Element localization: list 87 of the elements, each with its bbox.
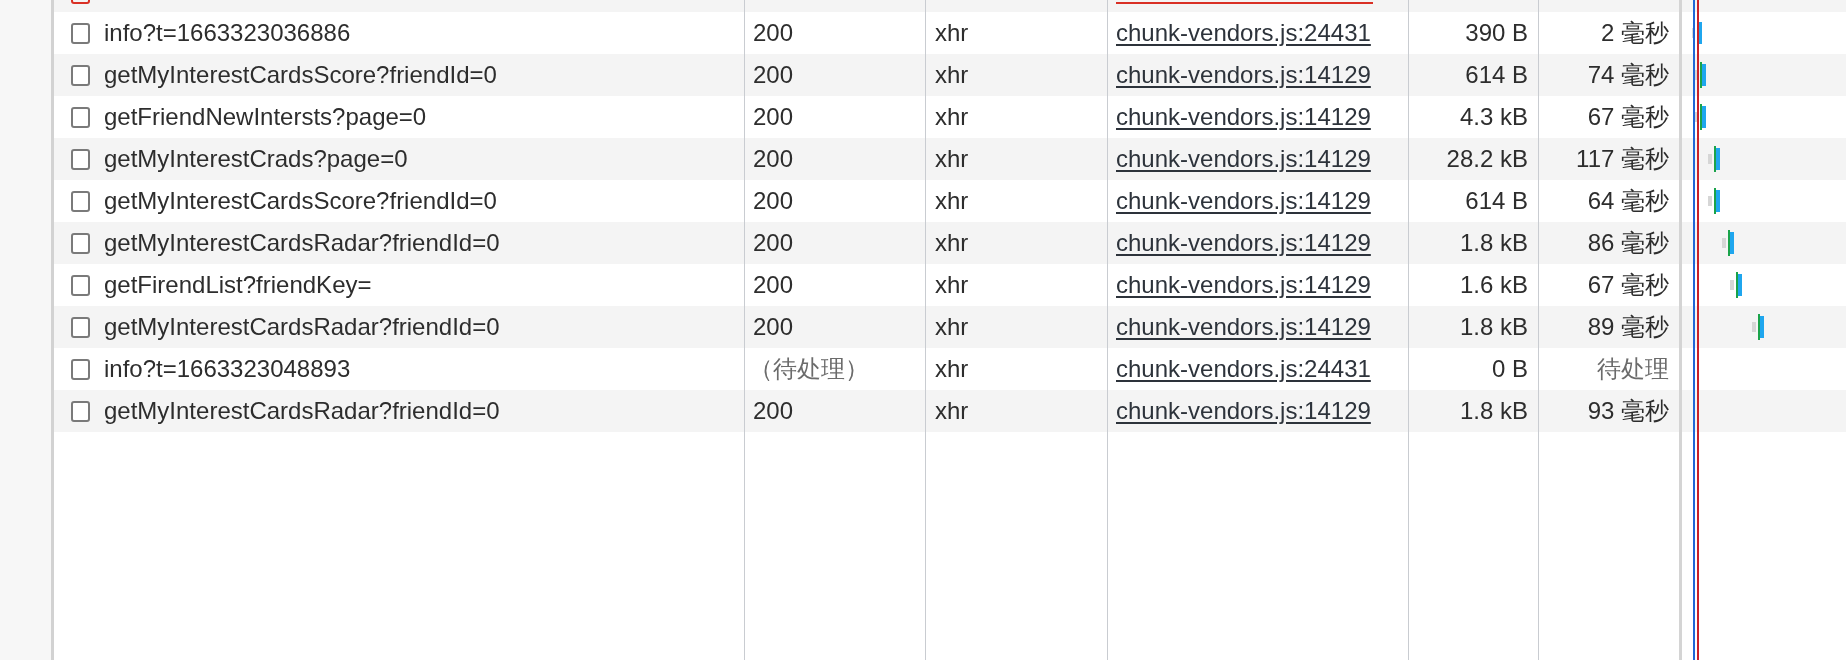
request-time: 93 毫秒 [1587, 397, 1669, 425]
status-code: 200 [753, 271, 794, 299]
download-bar [1760, 316, 1764, 338]
request-name: getMyInterestCrads?page=0 [104, 145, 408, 173]
transfer-size: 28.2 kB [1446, 145, 1528, 173]
resource-type: xhr [935, 187, 969, 215]
initiator-link[interactable]: chunk-vendors.js:14129 [1116, 187, 1371, 215]
queued-bar [1708, 196, 1712, 206]
status-code: 200 [753, 313, 794, 341]
initiator-link[interactable]: chunk-vendors.js:14129 [1116, 145, 1371, 173]
resource-type: xhr [935, 271, 969, 299]
status-code: 200 [753, 187, 794, 215]
checkbox[interactable] [71, 274, 90, 296]
initiator-link[interactable]: chunk-vendors.js:14129 [1116, 103, 1371, 131]
checkbox[interactable] [71, 400, 90, 422]
initiator-link[interactable]: chunk-vendors.js:24431 [1116, 355, 1371, 383]
request-row[interactable] [54, 0, 1846, 12]
request-row[interactable]: getMyInterestCardsRadar?friendId=0 200 xhr chunk-vendors.js:14129 1.8 kB 86 毫秒 [54, 222, 1846, 264]
request-time: 67 毫秒 [1587, 103, 1669, 131]
status-code: 200 [753, 397, 794, 425]
download-bar [1716, 148, 1720, 170]
request-time: 86 毫秒 [1587, 229, 1669, 257]
checkbox[interactable] [71, 190, 90, 212]
resource-type: xhr [935, 19, 969, 47]
request-time: 64 毫秒 [1587, 187, 1669, 215]
transfer-size: 4.3 kB [1459, 103, 1528, 131]
request-time: 74 毫秒 [1587, 61, 1669, 89]
resource-type: xhr [935, 61, 969, 89]
checkbox[interactable] [71, 22, 90, 44]
status-code: （待处理） [749, 355, 869, 383]
request-row[interactable]: getMyInterestCrads?page=0 200 xhr chunk-vendors.js:14129 28.2 kB 117 毫秒 [54, 138, 1846, 180]
request-row[interactable]: getMyInterestCardsScore?friendId=0 200 xhr chunk-vendors.js:14129 614 B 74 毫秒 [54, 54, 1846, 96]
transfer-size: 0 B [1491, 355, 1528, 383]
request-time: 117 毫秒 [1576, 145, 1669, 173]
resource-type: xhr [935, 355, 969, 383]
transfer-size: 1.8 kB [1459, 229, 1528, 257]
checkbox[interactable] [71, 316, 90, 338]
request-time: 2 毫秒 [1601, 19, 1669, 47]
queued-bar [1730, 280, 1734, 290]
transfer-size: 614 B [1465, 61, 1528, 89]
transfer-size: 390 B [1465, 19, 1528, 47]
status-code: 200 [753, 145, 794, 173]
checkbox[interactable] [71, 64, 90, 86]
download-bar [1730, 232, 1734, 254]
transfer-size: 1.6 kB [1459, 271, 1528, 299]
initiator-link[interactable]: chunk-vendors.js:14129 [1116, 313, 1371, 341]
checkbox[interactable] [71, 106, 90, 128]
request-name: getFriendNewIntersts?page=0 [104, 103, 427, 131]
request-name: info?t=1663323036886 [104, 19, 351, 47]
checkbox-icon[interactable] [71, 0, 90, 4]
request-row[interactable]: getMyInterestCardsRadar?friendId=0 200 xhr chunk-vendors.js:14129 1.8 kB 93 毫秒 [54, 390, 1846, 432]
checkbox[interactable] [71, 358, 90, 380]
request-name: getFirendList?friendKey= [104, 271, 372, 299]
status-code: 200 [753, 61, 794, 89]
download-bar [1702, 64, 1706, 86]
status-code: 200 [753, 103, 794, 131]
request-time: 67 毫秒 [1587, 271, 1669, 299]
resource-type: xhr [935, 229, 969, 257]
resource-type: xhr [935, 313, 969, 341]
initiator-link[interactable]: chunk-vendors.js:14129 [1116, 271, 1371, 299]
request-name: getMyInterestCardsRadar?friendId=0 [104, 229, 500, 257]
resource-type: xhr [935, 397, 969, 425]
request-name: info?t=1663323048893 [104, 355, 351, 383]
checkbox[interactable] [71, 232, 90, 254]
initiator-link[interactable]: chunk-vendors.js:24431 [1116, 19, 1371, 47]
request-name: getMyInterestCardsRadar?friendId=0 [104, 397, 500, 425]
transfer-size: 614 B [1465, 187, 1528, 215]
request-name: getMyInterestCardsRadar?friendId=0 [104, 313, 500, 341]
download-bar [1702, 106, 1706, 128]
request-name: getMyInterestCardsScore?friendId=0 [104, 61, 497, 89]
transfer-size: 1.8 kB [1459, 397, 1528, 425]
transfer-size: 1.8 kB [1459, 313, 1528, 341]
status-code: 200 [753, 19, 794, 47]
initiator-link[interactable]: chunk-vendors.js:14129 [1116, 61, 1371, 89]
initiator-link[interactable]: chunk-vendors.js:14129 [1116, 229, 1371, 257]
download-bar [1738, 274, 1742, 296]
request-time: 待处理 [1597, 355, 1669, 383]
initiator-link[interactable]: chunk-vendors.js:14129 [1116, 397, 1371, 425]
checkbox[interactable] [71, 148, 90, 170]
request-name: getMyInterestCardsScore?friendId=0 [104, 187, 497, 215]
download-bar [1699, 22, 1702, 44]
request-time: 89 毫秒 [1587, 313, 1669, 341]
status-code: 200 [753, 229, 794, 257]
request-row[interactable]: getMyInterestCardsRadar?friendId=0 200 xhr chunk-vendors.js:14129 1.8 kB 89 毫秒 [54, 306, 1846, 348]
download-bar [1716, 190, 1720, 212]
resource-type: xhr [935, 103, 969, 131]
resource-type: xhr [935, 145, 969, 173]
